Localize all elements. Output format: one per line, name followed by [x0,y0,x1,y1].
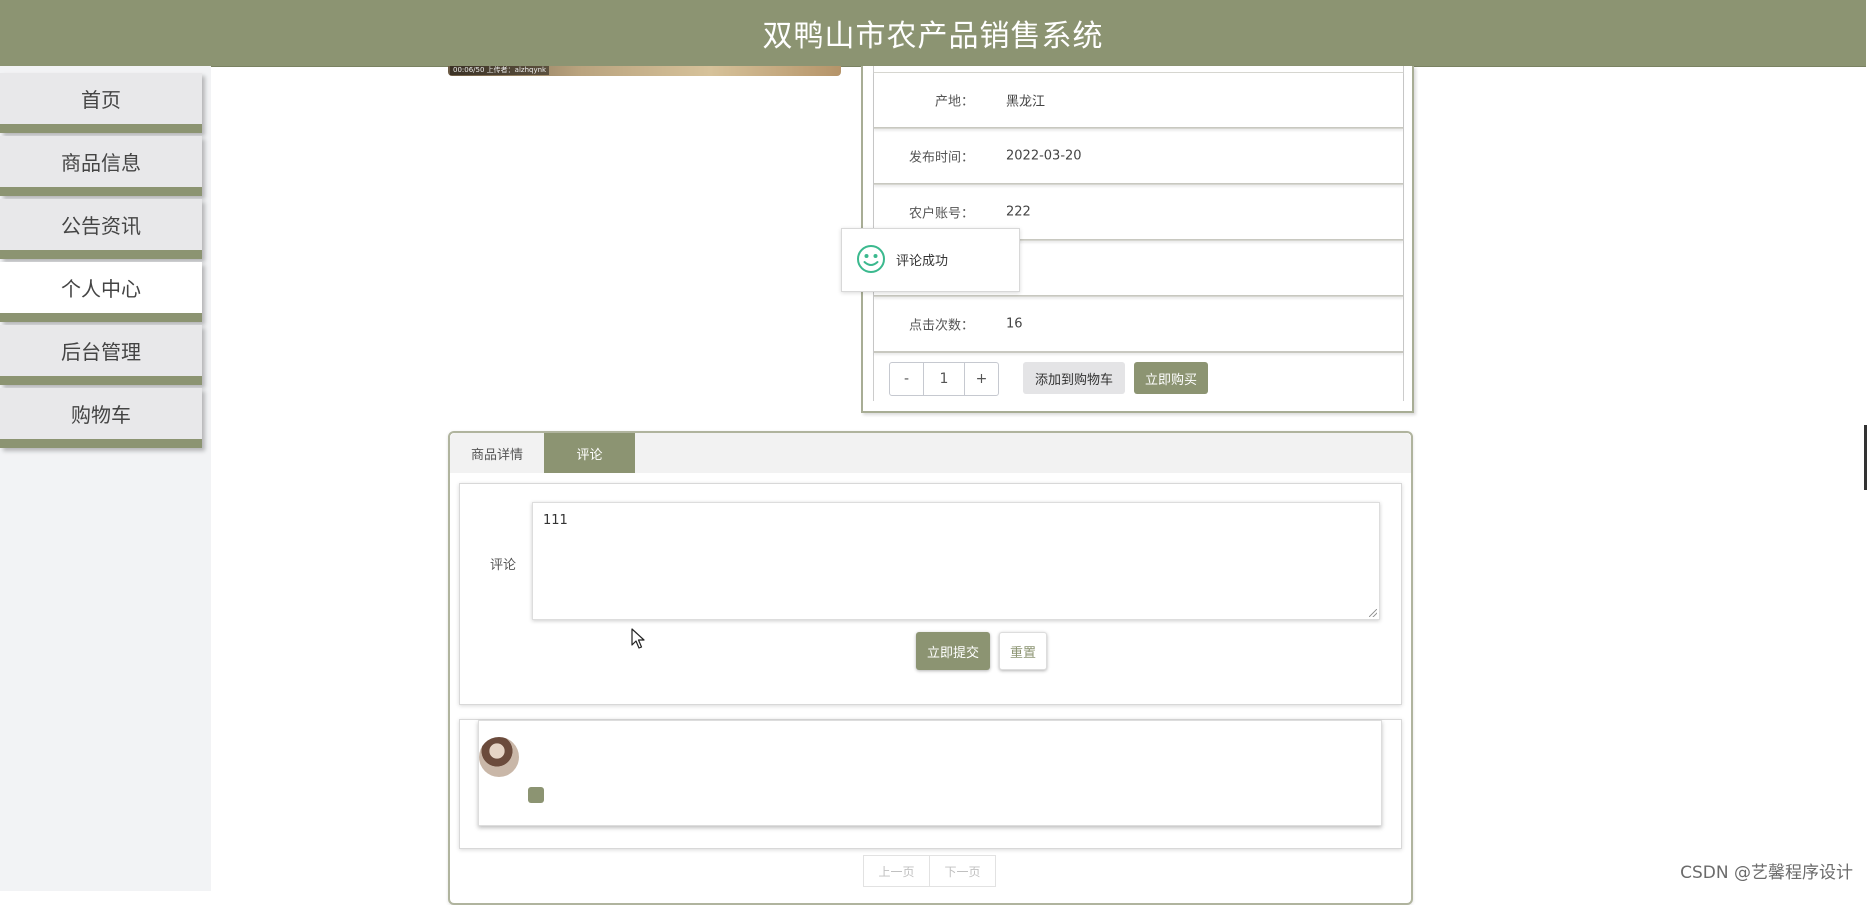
quantity-input[interactable]: 1 [923,363,965,395]
quantity-minus-button[interactable]: - [890,363,923,395]
smile-icon [857,245,885,273]
next-page-button[interactable]: 下一页 [929,856,995,886]
sidebar-item-news[interactable]: 公告资讯 [0,199,202,259]
quantity-plus-button[interactable]: + [965,363,998,395]
comment-textarea[interactable]: 111 [532,502,1380,620]
toast-message: 评论成功 [841,228,1020,292]
comment-list [459,719,1402,849]
mouse-cursor-icon [631,628,645,649]
info-row-clicks: 点击次数： 16 [874,296,1403,353]
submit-comment-button[interactable]: 立即提交 [916,632,990,670]
sidebar-item-admin[interactable]: 后台管理 [0,325,202,385]
add-to-cart-button[interactable]: 添加到购物车 [1023,362,1125,394]
sidebar-item-profile[interactable]: 个人中心 [0,262,202,322]
sidebar: 首页 商品信息 公告资讯 个人中心 后台管理 购物车 [0,66,211,891]
info-row-publish-date: 发布时间： 2022-03-20 [874,128,1403,185]
pagination: 上一页 下一页 [863,855,996,887]
sidebar-item-products[interactable]: 商品信息 [0,136,202,196]
sidebar-item-home[interactable]: 首页 [0,73,202,133]
reset-button[interactable]: 重置 [999,632,1047,670]
list-item [478,720,1382,826]
comment-label: 评论 [490,558,517,573]
app-title: 双鸭山市农产品销售系统 [762,19,1104,54]
sidebar-item-cart[interactable]: 购物车 [0,388,202,448]
avatar [479,737,519,777]
app-header: 双鸭山市农产品销售系统 [0,0,1866,67]
image-caption: 00:06/50 上传者：alzhqynk [450,66,550,75]
buy-now-button[interactable]: 立即购买 [1134,362,1208,394]
reply-badge[interactable] [528,787,544,803]
purchase-row: - 1 + 添加到购物车 立即购买 [874,354,1403,400]
quantity-stepper: - 1 + [889,362,999,396]
toast-text: 评论成功 [896,254,949,269]
watermark: CSDN @艺馨程序设计 [1680,863,1853,883]
info-row-origin: 产地： 黑龙江 [874,72,1403,129]
resize-handle-icon[interactable] [1369,609,1377,617]
product-image: 00:06/50 上传者：alzhqynk [448,66,841,76]
detail-tabs-panel: 商品详情 评论 评论 111 立即提交 重置 上一页 下一页 [448,431,1413,905]
prev-page-button[interactable]: 上一页 [864,856,929,886]
tab-comments[interactable]: 评论 [544,433,635,473]
comment-text: 111 [543,513,568,528]
comment-form: 评论 111 立即提交 重置 [459,483,1402,705]
tab-product-details[interactable]: 商品详情 [450,433,544,473]
tab-bar: 商品详情 评论 [450,433,1411,473]
